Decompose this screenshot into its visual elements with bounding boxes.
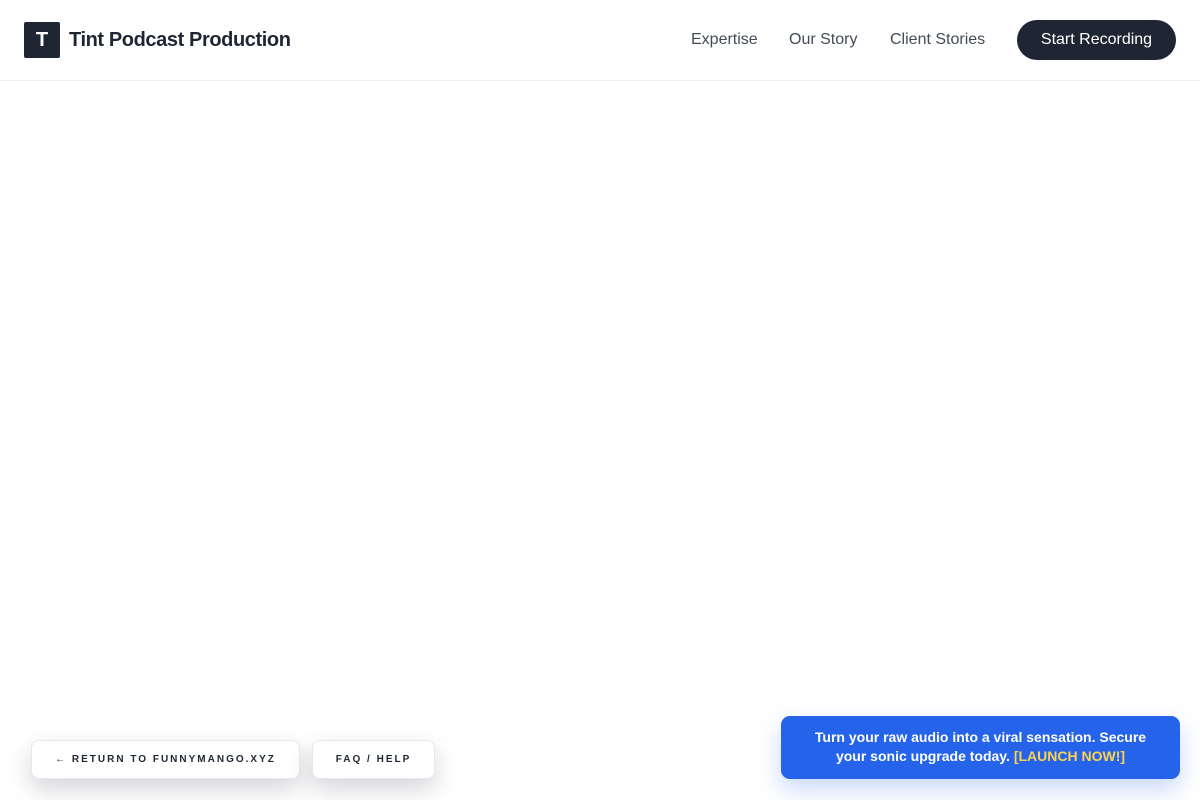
start-recording-button[interactable]: Start Recording — [1017, 20, 1176, 60]
launch-now-link[interactable]: [LAUNCH NOW!] — [1014, 748, 1125, 764]
nav-link-our-story[interactable]: Our Story — [789, 30, 857, 50]
faq-help-button[interactable]: FAQ / HELP — [312, 740, 435, 779]
site-header: T Tint Podcast Production Expertise Our … — [0, 0, 1200, 81]
return-to-site-button[interactable]: ← RETURN TO FUNNYMANGO.XYZ — [31, 740, 300, 779]
logo-icon[interactable]: T — [24, 22, 60, 58]
brand-name[interactable]: Tint Podcast Production — [69, 28, 291, 52]
promo-banner[interactable]: Turn your raw audio into a viral sensati… — [781, 716, 1180, 779]
nav-link-expertise[interactable]: Expertise — [691, 30, 758, 50]
nav-link-client-stories[interactable]: Client Stories — [890, 30, 985, 50]
